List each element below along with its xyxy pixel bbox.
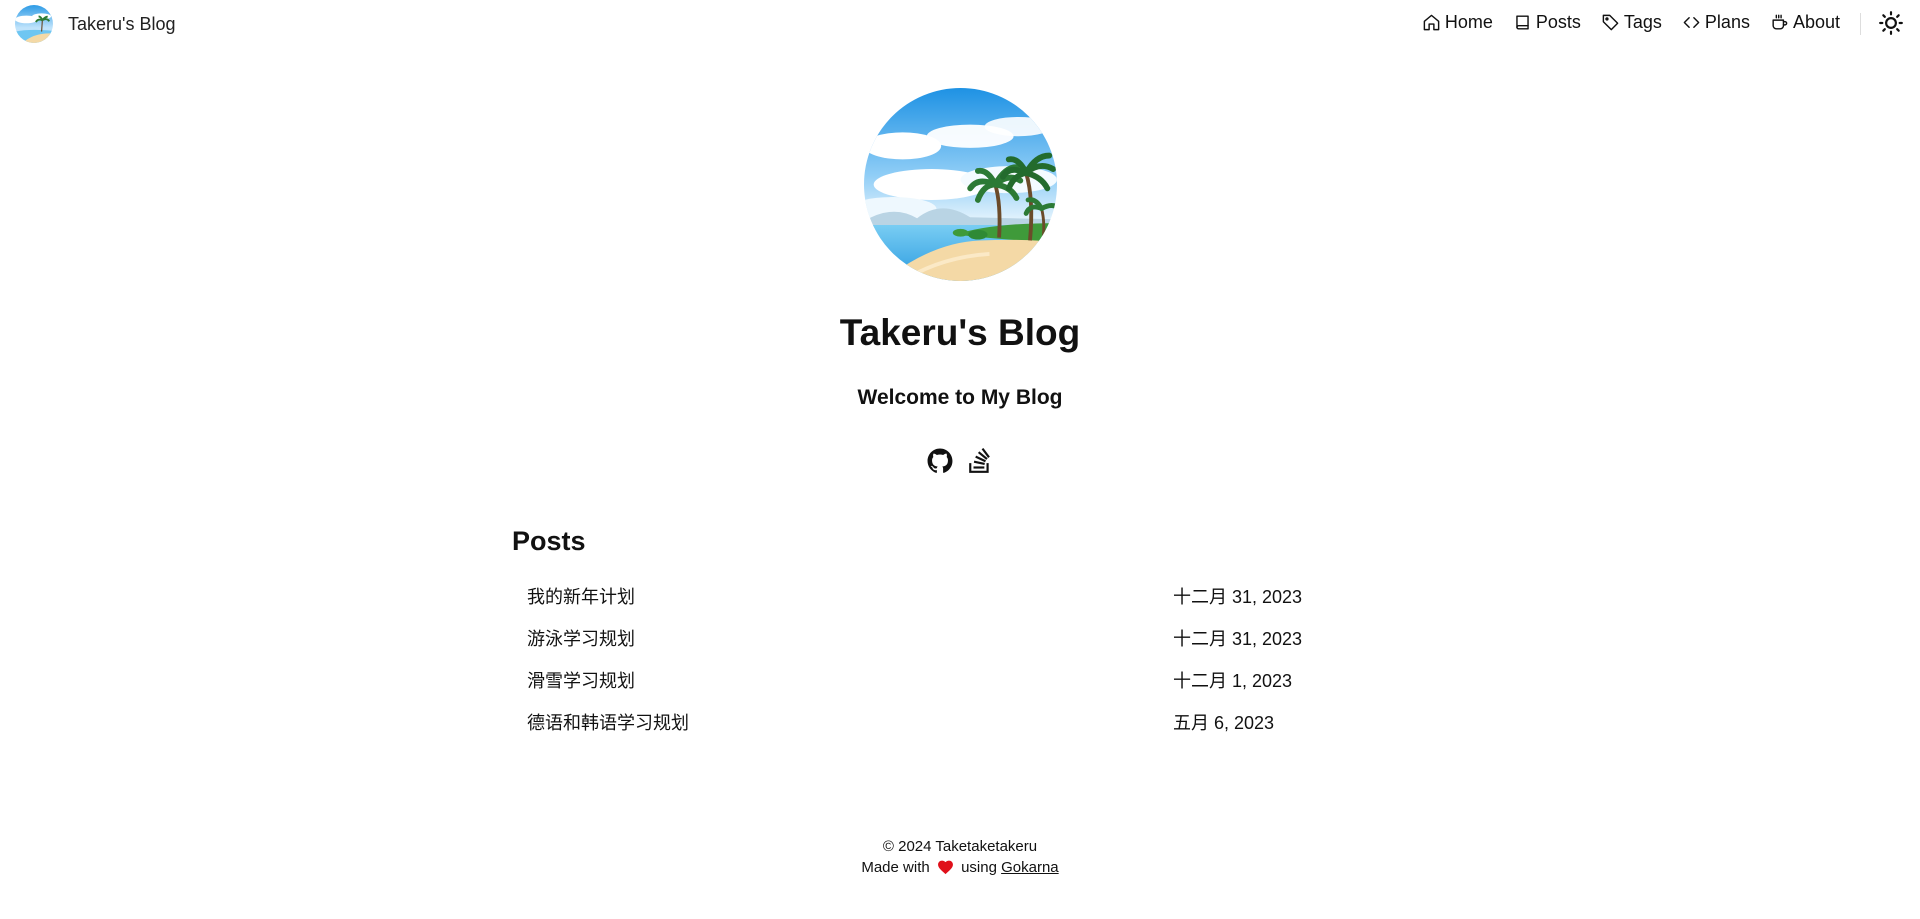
coffee-icon <box>1772 14 1788 30</box>
post-date: 十二月 31, 2023 <box>1173 587 1303 607</box>
brand-link[interactable]: Takeru's Blog <box>15 5 176 43</box>
book-icon <box>1516 15 1529 30</box>
post-date: 十二月 1, 2023 <box>1173 671 1293 691</box>
post-link[interactable]: 我的新年计划 <box>527 583 635 609</box>
site-logo <box>15 5 53 43</box>
nav-about-label: About <box>1792 12 1840 32</box>
social-links <box>927 448 1007 474</box>
post-link[interactable]: 德语和韩语学习规划 <box>527 709 689 735</box>
nav-plans[interactable]: Plans <box>1682 12 1750 33</box>
post-link[interactable]: 游泳学习规划 <box>527 625 635 651</box>
home-icon <box>1423 14 1440 31</box>
nav-posts[interactable]: Posts <box>1513 12 1581 33</box>
post-link[interactable]: 滑雪学习规划 <box>527 667 635 693</box>
nav-home[interactable]: Home <box>1422 12 1493 33</box>
tag-icon <box>1602 14 1619 31</box>
made-with-text: Made with <box>861 859 930 876</box>
gokarna-link[interactable]: Gokarna <box>1001 859 1059 876</box>
profile-avatar <box>864 88 1057 281</box>
nav-about[interactable]: About <box>1770 12 1840 33</box>
hero-subtitle: Welcome to My Blog <box>857 386 1063 409</box>
made-with-line: Made with using Gokarna <box>0 857 1920 878</box>
using-text: using <box>961 859 997 876</box>
stackoverflow-icon <box>969 448 990 473</box>
github-icon <box>927 448 953 473</box>
top-navbar: Takeru's Blog Home Posts Tags Plans Abou… <box>0 0 1920 48</box>
theme-toggle-button[interactable] <box>1878 10 1904 36</box>
sun-icon <box>1879 11 1903 35</box>
footer: © 2024 Taketaketakeru Made with using Go… <box>0 836 1920 878</box>
main-nav: Home Posts Tags Plans About <box>1402 12 1840 33</box>
nav-home-label: Home <box>1444 12 1493 32</box>
github-link[interactable] <box>927 448 953 474</box>
nav-tags-label: Tags <box>1623 12 1662 32</box>
heart-icon <box>937 860 953 875</box>
post-date: 十二月 31, 2023 <box>1173 629 1303 649</box>
posts-heading: Posts <box>512 526 586 556</box>
list-item: 游泳学习规划 十二月 31, 2023 <box>512 617 1312 659</box>
nav-divider <box>1860 13 1861 35</box>
list-item: 滑雪学习规划 十二月 1, 2023 <box>512 659 1312 701</box>
posts-list: 我的新年计划 十二月 31, 2023 游泳学习规划 十二月 31, 2023 … <box>512 575 1312 743</box>
code-icon <box>1683 17 1700 28</box>
nav-plans-label: Plans <box>1704 12 1750 32</box>
brand-title: Takeru's Blog <box>68 13 176 34</box>
copyright-text: © 2024 Taketaketakeru <box>882 838 1038 855</box>
stackoverflow-link[interactable] <box>967 448 993 474</box>
nav-posts-label: Posts <box>1535 12 1581 32</box>
list-item: 我的新年计划 十二月 31, 2023 <box>512 575 1312 617</box>
hero-title: Takeru's Blog <box>839 312 1081 353</box>
list-item: 德语和韩语学习规划 五月 6, 2023 <box>512 701 1312 743</box>
post-date: 五月 6, 2023 <box>1173 713 1275 733</box>
nav-tags[interactable]: Tags <box>1601 12 1662 33</box>
